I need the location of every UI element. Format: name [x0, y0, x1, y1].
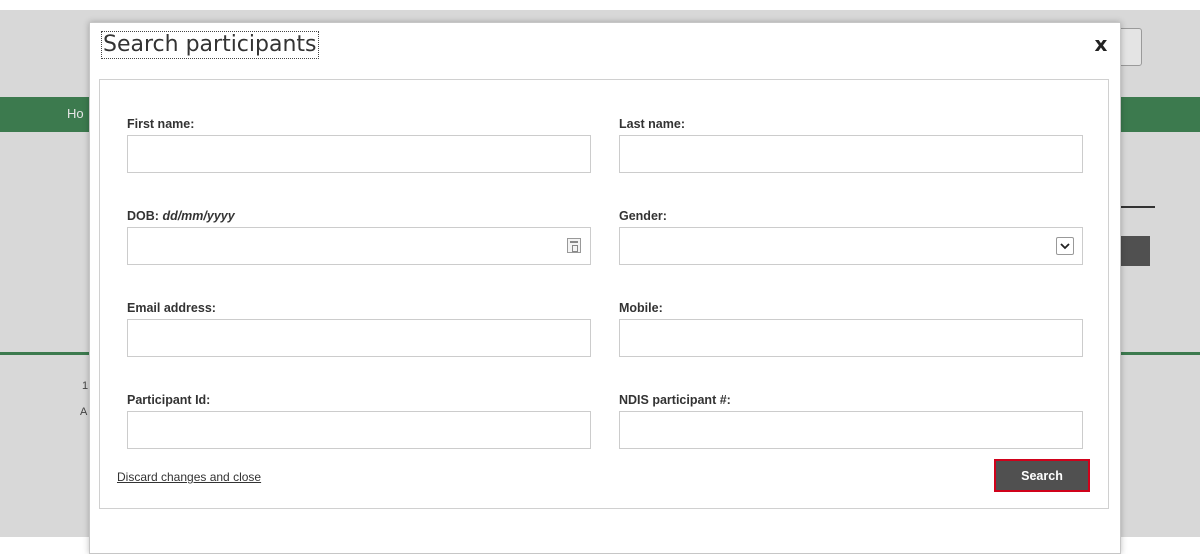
last-name-label: Last name: — [619, 117, 685, 131]
chevron-down-icon[interactable] — [1056, 237, 1074, 255]
dialog-title: Search participants — [101, 31, 319, 59]
page-top-strip — [0, 0, 1200, 10]
last-name-input[interactable] — [619, 135, 1083, 173]
ndis-label: NDIS participant #: — [619, 393, 731, 407]
gender-select[interactable] — [619, 227, 1083, 265]
participant-id-label: Participant Id: — [127, 393, 211, 407]
ndis-input[interactable] — [619, 411, 1083, 449]
dob-label-text: DOB: — [127, 209, 159, 223]
email-input[interactable] — [127, 319, 591, 357]
dob-format-hint: dd/mm/yyyy — [162, 209, 235, 223]
first-name-label: First name: — [127, 117, 195, 131]
close-icon[interactable]: x — [1090, 33, 1112, 55]
discard-changes-link[interactable]: Discard changes and close — [117, 470, 261, 484]
mobile-input[interactable] — [619, 319, 1083, 357]
first-name-input[interactable] — [127, 135, 591, 173]
nav-item-home[interactable]: Ho — [67, 106, 84, 121]
search-button[interactable]: Search — [994, 459, 1090, 492]
calendar-icon[interactable] — [567, 238, 581, 253]
page-text: A — [80, 406, 88, 418]
dob-label: DOB: dd/mm/yyyy — [127, 209, 235, 223]
gender-label: Gender: — [619, 209, 667, 223]
email-label: Email address: — [127, 301, 216, 315]
dob-input[interactable] — [127, 227, 591, 265]
mobile-label: Mobile: — [619, 301, 663, 315]
page-text: 1 — [82, 380, 89, 392]
participant-id-input[interactable] — [127, 411, 591, 449]
search-form: First name: Last name: DOB: dd/mm/yyyy G… — [99, 79, 1109, 509]
